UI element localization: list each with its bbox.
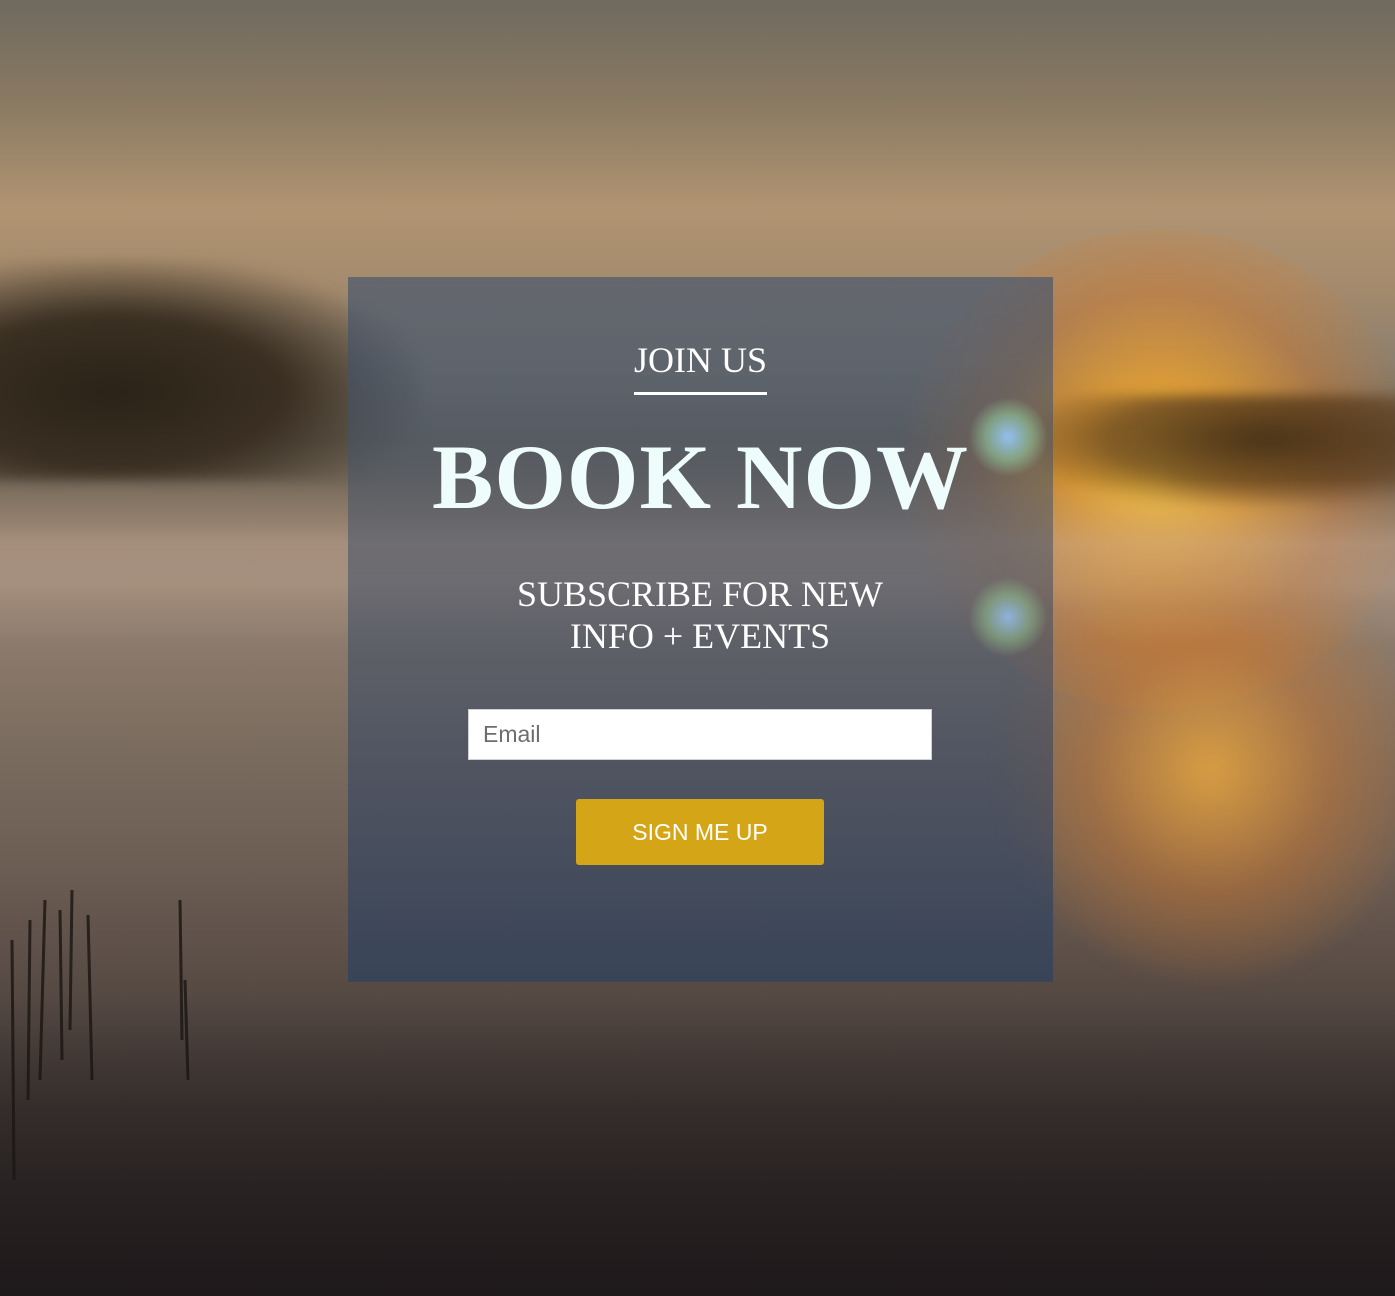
email-field[interactable]	[468, 709, 932, 760]
subscribe-line-2: INFO + EVENTS	[569, 616, 831, 656]
signup-panel: JOIN US BOOK NOW SUBSCRIBE FOR NEW INFO …	[348, 277, 1053, 982]
subscribe-line-1: SUBSCRIBE FOR NEW	[516, 574, 884, 614]
join-us-heading: JOIN US	[633, 340, 767, 395]
sign-me-up-button[interactable]: SIGN ME UP	[576, 799, 824, 865]
sun-reflection-overlay	[968, 577, 1048, 657]
book-now-title: BOOK NOW	[431, 426, 970, 528]
join-us-heading-wrap: JOIN US	[348, 340, 1053, 395]
lake-shadow	[0, 996, 1395, 1296]
subscribe-text: SUBSCRIBE FOR NEW INFO + EVENTS	[450, 573, 950, 657]
